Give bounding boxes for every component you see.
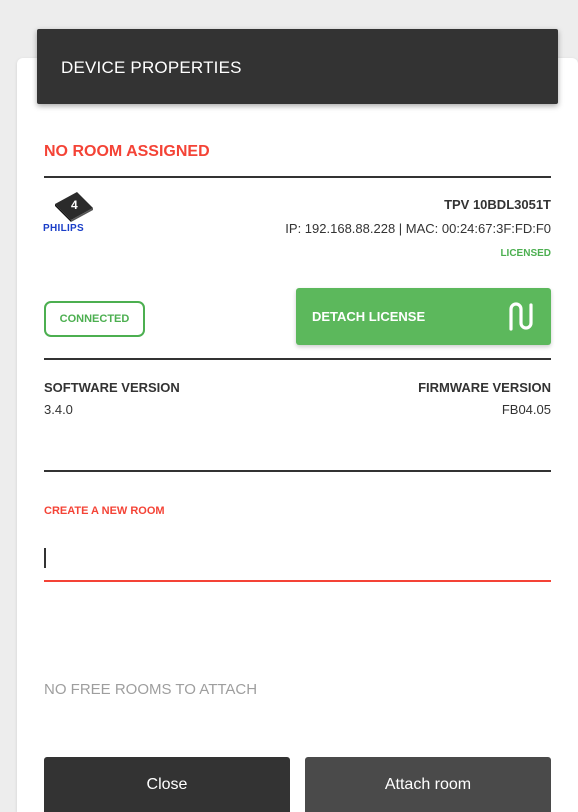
- dialog-title: DEVICE PROPERTIES: [61, 58, 242, 77]
- logo-badge-number: 4: [71, 198, 78, 212]
- attach-room-button[interactable]: Attach room: [305, 757, 551, 812]
- device-model: TPV 10BDL3051T: [444, 197, 551, 212]
- firmware-version-label: FIRMWARE VERSION: [418, 380, 551, 395]
- software-version-value: 3.4.0: [44, 402, 73, 417]
- unlink-magnet-icon: [509, 302, 533, 331]
- divider: [44, 470, 551, 472]
- detach-license-label: DETACH LICENSE: [312, 309, 426, 324]
- new-room-input[interactable]: [44, 538, 551, 582]
- device-logo: 4 PHILIPS: [43, 190, 113, 240]
- brand-name: PHILIPS: [43, 223, 84, 234]
- no-free-rooms-message: NO FREE ROOMS TO ATTACH: [44, 681, 258, 698]
- device-properties-card: [17, 58, 578, 812]
- dialog-header: DEVICE PROPERTIES: [37, 29, 558, 104]
- room-status: NO ROOM ASSIGNED: [44, 143, 210, 160]
- software-version-label: SOFTWARE VERSION: [44, 380, 180, 395]
- attach-room-button-label: Attach room: [384, 776, 472, 793]
- license-status: LICENSED: [500, 248, 551, 259]
- divider: [44, 176, 551, 178]
- device-network-info: IP: 192.168.88.228 | MAC: 00:24:67:3F:FD…: [285, 221, 551, 236]
- divider: [44, 358, 551, 360]
- close-button[interactable]: Close: [44, 757, 290, 812]
- firmware-version-value: FB04.05: [501, 402, 551, 417]
- connection-status-badge: CONNECTED: [44, 301, 145, 337]
- close-button-label: Close: [146, 776, 188, 793]
- create-room-label: CREATE A NEW ROOM: [44, 505, 165, 517]
- detach-license-button[interactable]: DETACH LICENSE: [296, 288, 551, 345]
- text-cursor: [44, 548, 46, 568]
